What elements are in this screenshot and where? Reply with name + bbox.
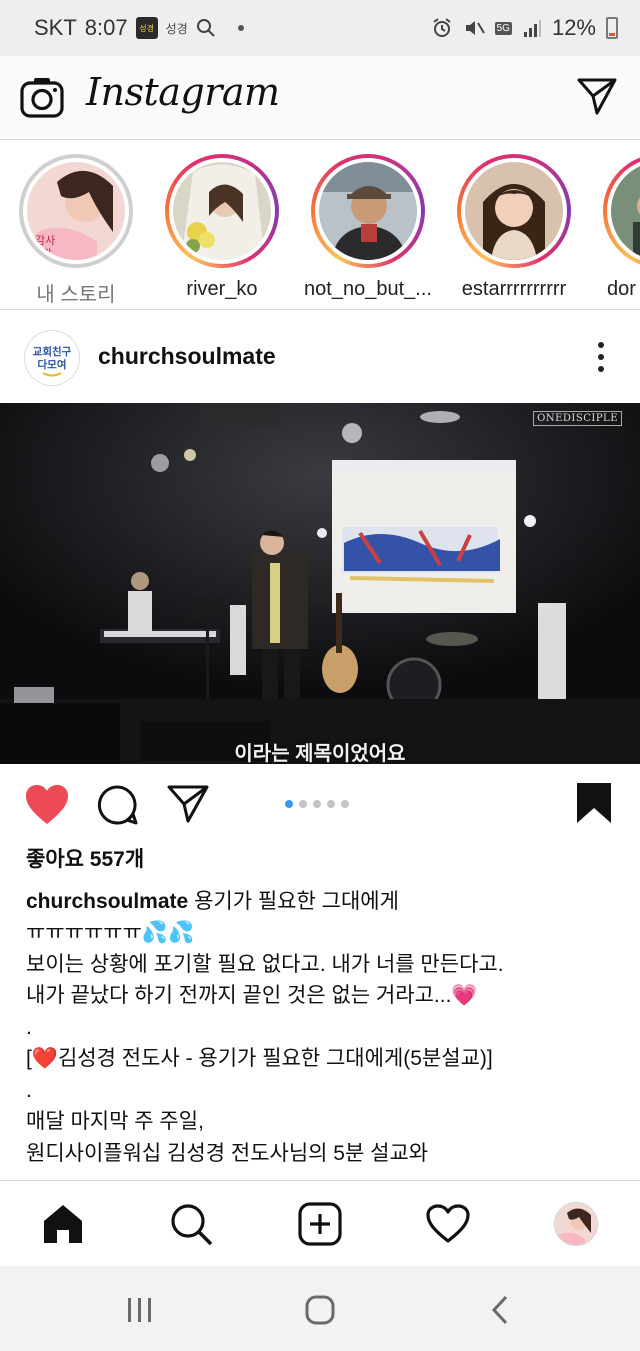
story-avatar — [611, 162, 640, 260]
post-options-icon[interactable] — [598, 342, 606, 378]
story-avatar — [173, 162, 271, 260]
caption-line: 보이는 상황에 포기할 필요 없다고. 내가 너를 만든다고. — [26, 952, 504, 976]
caption-line: 원디사이플워십 김성경 전도사님의 5분 설교와 — [26, 1141, 429, 1165]
carousel-dot — [285, 800, 293, 808]
camera-icon[interactable] — [20, 76, 64, 118]
story-name: river_ko — [186, 278, 258, 300]
signal-icon — [523, 20, 541, 37]
stories-tray[interactable]: 감사 로망 내 스토리 river_ko not_no_but_... estar… — [0, 140, 640, 310]
profile-avatar — [554, 1202, 598, 1246]
notification-label: 성경 — [165, 21, 188, 36]
instagram-logo: Instagram — [86, 70, 280, 114]
story-my-story[interactable]: 감사 로망 내 스토리 — [11, 154, 141, 307]
home-icon — [44, 1205, 82, 1243]
story-avatar — [465, 162, 563, 260]
system-navigation-bar — [0, 1266, 640, 1351]
post-actions — [0, 764, 640, 848]
nav-home[interactable] — [40, 1201, 86, 1247]
battery-percent: 12% — [551, 15, 596, 40]
story-dor[interactable]: dor — [595, 154, 640, 301]
system-home-button[interactable] — [300, 1290, 340, 1330]
direct-message-icon[interactable] — [576, 76, 618, 116]
post-media[interactable]: ONEDISCIPLE 이라는 제목이었어요 — [0, 403, 640, 764]
nav-search[interactable] — [168, 1201, 214, 1247]
back-icon — [491, 1295, 508, 1325]
clock: 8:07 — [84, 15, 128, 40]
nav-activity[interactable] — [425, 1201, 471, 1247]
more-notifications-dot — [237, 25, 244, 31]
mute-icon — [465, 21, 485, 35]
story-river-ko[interactable]: river_ko — [157, 154, 287, 301]
story-name: dor — [607, 278, 636, 300]
carrier-label: SKT — [34, 15, 77, 40]
story-estarrrrrrrrrr[interactable]: estarrrrrrrrrr — [449, 154, 579, 301]
home-circle-icon — [305, 1295, 335, 1325]
search-icon — [171, 1204, 213, 1246]
carousel-indicator — [285, 800, 349, 808]
nav-new-post[interactable] — [297, 1201, 343, 1247]
story-avatar: 감사 로망 — [27, 162, 125, 260]
comment-icon[interactable] — [96, 784, 138, 826]
recent-apps-button[interactable] — [120, 1290, 160, 1330]
add-post-icon — [298, 1202, 342, 1246]
caption-line: . — [26, 1078, 32, 1102]
video-subtitle: 이라는 제목이었어요 — [234, 743, 406, 764]
likes-count[interactable]: 좋아요 557개 — [26, 844, 626, 876]
svg-text:감사: 감사 — [35, 234, 55, 247]
caption-username[interactable]: churchsoulmate — [26, 890, 188, 913]
story-name: not_no_but_... — [304, 278, 432, 300]
story-name: estarrrrrrrrrr — [461, 278, 567, 300]
heart-icon[interactable] — [24, 784, 70, 826]
carousel-dot — [299, 800, 307, 808]
bookmark-icon[interactable] — [576, 782, 612, 824]
battery-icon — [606, 17, 618, 39]
post-header: 교회친구 다모여 churchsoulmate — [0, 310, 640, 403]
carousel-dot — [341, 800, 349, 808]
video-watermark: ONEDISCIPLE — [533, 411, 622, 426]
story-not-no-but[interactable]: not_no_but_... — [303, 154, 433, 301]
avatar-text-bottom: 다모여 — [38, 358, 67, 371]
recent-apps-icon — [128, 1298, 151, 1322]
system-back-button[interactable] — [480, 1290, 520, 1330]
carousel-dot — [313, 800, 321, 808]
status-bar: SKT 8:07 성경 성경 5G 12% — [0, 0, 640, 56]
nav-profile[interactable] — [553, 1201, 599, 1247]
caption-line: 매달 마지막 주 주일, — [26, 1110, 204, 1133]
story-name: 내 스토리 — [36, 284, 116, 306]
caption-line: ㅠㅠㅠㅠㅠㅠ💦💦 — [26, 921, 195, 944]
alarm-icon — [433, 18, 451, 37]
caption-line: [❤️김성경 전도사 - 용기가 필요한 그대에게(5분설교)] — [26, 1047, 493, 1070]
app-header: Instagram — [0, 56, 640, 140]
post-username[interactable]: churchsoulmate — [98, 343, 276, 370]
bible-app-notification-icon: 성경 — [135, 17, 158, 39]
caption-first-line: churchsoulmate 용기가 필요한 그대에게 — [26, 886, 626, 918]
share-icon[interactable] — [166, 784, 210, 824]
activity-heart-icon — [426, 1204, 470, 1243]
caption-line: . — [26, 1015, 32, 1039]
search-notification-icon — [196, 19, 215, 37]
caption-line: 내가 끝났다 하기 전까지 끝인 것은 없는 거라고...💗 — [26, 984, 478, 1007]
svg-text:로망: 로망 — [35, 248, 52, 259]
post-caption: 좋아요 557개 churchsoulmate 용기가 필요한 그대에게 ㅠㅠㅠ… — [26, 844, 626, 1169]
caption-text: 용기가 필요한 그대에게 — [194, 889, 399, 913]
bottom-navigation — [0, 1180, 640, 1266]
post-video-image — [0, 403, 640, 764]
story-avatar — [319, 162, 417, 260]
post-author-avatar[interactable]: 교회친구 다모여 — [24, 330, 80, 386]
carousel-dot — [327, 800, 335, 808]
avatar-text-top: 교회친구 — [33, 345, 72, 358]
network-type: 5G — [494, 21, 512, 35]
